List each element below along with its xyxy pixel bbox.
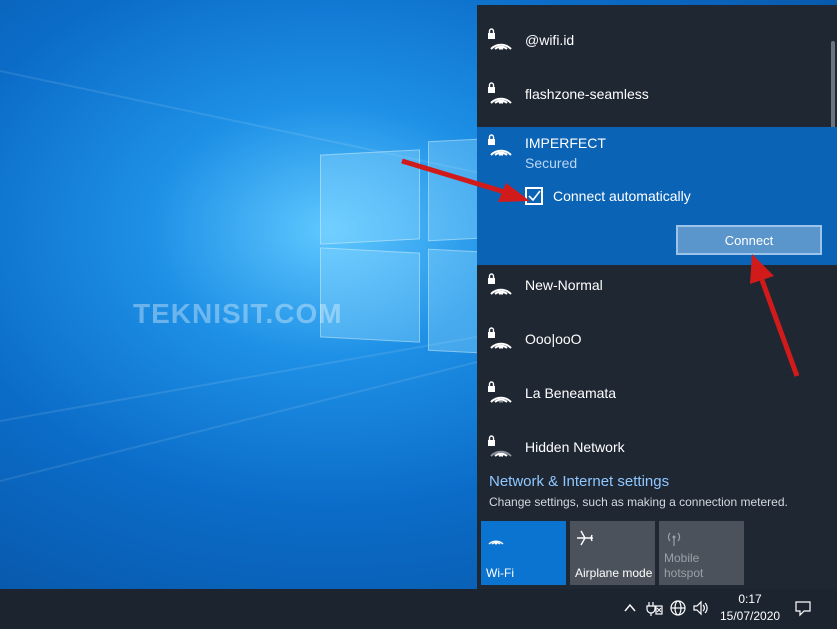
airplane-mode-tile[interactable]: Airplane mode (570, 521, 655, 585)
network-item[interactable]: Ooo|ooO (477, 312, 837, 366)
taskbar: 0:17 15/07/2020 (0, 589, 837, 629)
network-name: New-Normal (525, 277, 603, 293)
connect-automatically-label: Connect automatically (553, 188, 691, 204)
wifi-secured-icon (488, 82, 512, 104)
tile-label: Wi-Fi (486, 566, 514, 580)
mobile-hotspot-tile[interactable]: Mobile hotspot (659, 521, 744, 585)
action-center-icon[interactable] (794, 599, 812, 617)
network-item[interactable]: Hidden Network (477, 420, 837, 474)
wifi-icon (488, 540, 504, 545)
wifi-toggle-tile[interactable]: Wi-Fi (481, 521, 566, 585)
wifi-secured-icon (488, 327, 512, 349)
checkmark-icon (528, 190, 541, 202)
airplane-icon (577, 530, 593, 546)
windows-logo-pane (428, 248, 478, 354)
wifi-secured-icon (488, 28, 512, 50)
clock-time[interactable]: 0:17 (720, 592, 780, 606)
network-name: Hidden Network (525, 439, 625, 455)
windows-logo-pane (320, 149, 420, 245)
network-item[interactable]: New-Normal (477, 258, 837, 312)
wifi-secured-icon (488, 134, 512, 156)
network-name: IMPERFECT (525, 135, 606, 151)
clock-date[interactable]: 15/07/2020 (720, 609, 780, 623)
tile-label: Airplane mode (575, 566, 653, 580)
chevron-up-icon[interactable] (621, 599, 639, 617)
connect-button[interactable]: Connect (676, 225, 822, 255)
network-item[interactable]: La Beneamata (477, 366, 837, 420)
windows-logo-pane (428, 138, 478, 242)
wifi-flyout: @wifi.id flashzone-seamless IMPERFECT Se… (477, 5, 837, 589)
hotspot-icon (667, 532, 681, 546)
power-plug-icon[interactable] (645, 599, 663, 617)
network-internet-settings-link[interactable]: Network & Internet settings (489, 473, 669, 490)
network-item-expanded[interactable]: IMPERFECT Secured Connect automatically … (477, 127, 837, 265)
volume-icon[interactable] (692, 599, 710, 617)
connect-automatically-checkbox[interactable] (525, 187, 543, 205)
network-item[interactable]: flashzone-seamless (477, 67, 837, 121)
tile-label: Mobile hotspot (664, 551, 704, 580)
network-status: Secured (525, 155, 578, 171)
network-name: Ooo|ooO (525, 331, 582, 347)
wifi-secured-icon (488, 435, 512, 457)
network-settings-description: Change settings, such as making a connec… (489, 495, 788, 509)
wifi-secured-icon (488, 381, 512, 403)
globe-network-icon[interactable] (669, 599, 687, 617)
watermark: TEKNISIT.COM (133, 298, 343, 329)
network-item[interactable]: @wifi.id (477, 13, 837, 67)
network-name: La Beneamata (525, 385, 617, 401)
network-name: @wifi.id (525, 32, 575, 48)
network-name: flashzone-seamless (525, 86, 649, 102)
wifi-secured-icon (488, 273, 512, 295)
